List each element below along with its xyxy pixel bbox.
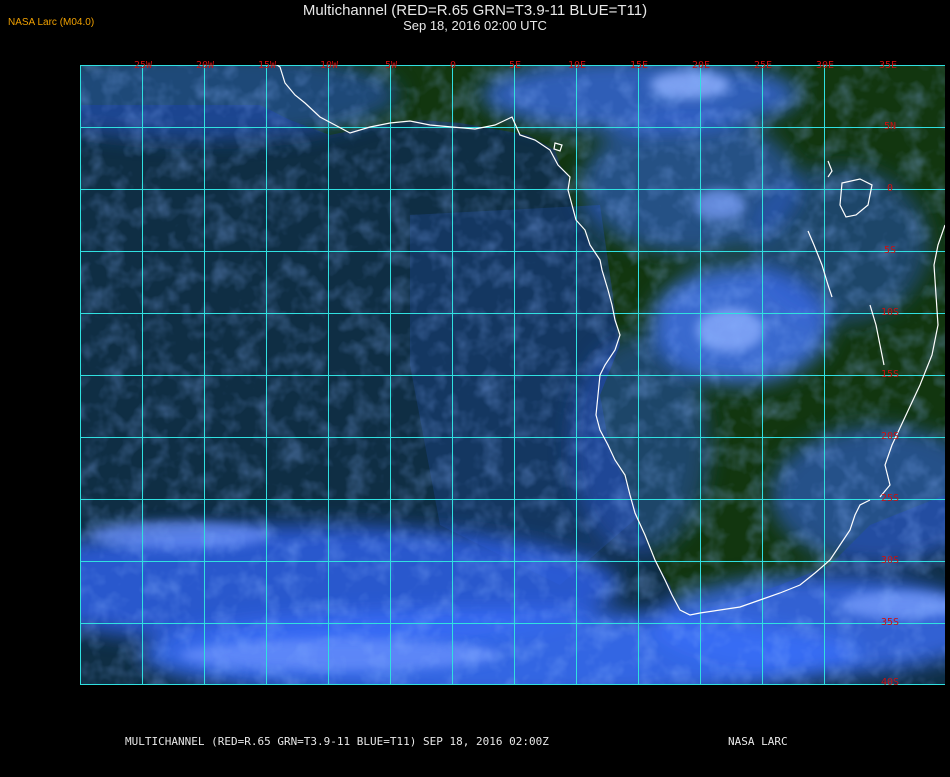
lat-label-15s: 15S — [880, 369, 900, 380]
page-subtitle: Sep 18, 2016 02:00 UTC — [403, 18, 547, 33]
lat-label-20s: 20S — [880, 431, 900, 442]
lat-label-0: 0 — [886, 183, 894, 194]
lon-label-35e: 35E — [878, 60, 898, 71]
lon-label-25w: 25W — [133, 60, 153, 71]
lon-label-10e: 10E — [567, 60, 587, 71]
lat-label-10s: 10S — [880, 307, 900, 318]
source-label: NASA Larc (M04.0) — [8, 17, 95, 28]
lon-label-15e: 15E — [629, 60, 649, 71]
page-title: Multichannel (RED=R.65 GRN=T3.9-11 BLUE=… — [302, 2, 648, 19]
satellite-map-svg — [80, 65, 945, 685]
lon-label-0: 0 — [449, 60, 457, 71]
footer-credit: NASA LARC — [728, 735, 788, 748]
footer-product-text: MULTICHANNEL (RED=R.65 GRN=T3.9-11 BLUE=… — [125, 735, 549, 748]
satellite-imagery — [80, 65, 945, 685]
lat-label-5s: 5S — [883, 245, 897, 256]
lat-label-30s: 30S — [880, 555, 900, 566]
lon-label-10w: 10W — [319, 60, 339, 71]
lon-label-5w: 5W — [384, 60, 398, 71]
lat-label-25s: 25S — [880, 493, 900, 504]
lat-label-40s: 40S — [880, 677, 900, 688]
lat-label-5n: 5N — [883, 121, 897, 132]
lon-label-25e: 25E — [753, 60, 773, 71]
lat-label-35s: 35S — [880, 617, 900, 628]
lon-label-5e: 5E — [508, 60, 522, 71]
lon-label-15w: 15W — [257, 60, 277, 71]
lon-label-30e: 30E — [815, 60, 835, 71]
lon-label-20e: 20E — [691, 60, 711, 71]
footer-caption: MULTICHANNEL (RED=R.65 GRN=T3.9-11 BLUE=… — [0, 735, 950, 750]
lon-label-20w: 20W — [195, 60, 215, 71]
